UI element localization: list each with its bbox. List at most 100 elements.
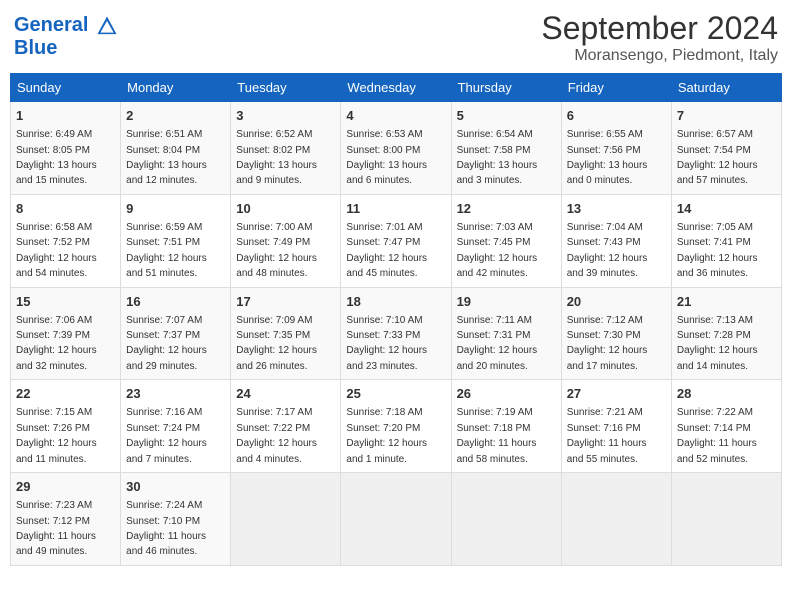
day-detail: Sunrise: 7:13 AMSunset: 7:28 PMDaylight:… (677, 315, 758, 372)
col-wednesday: Wednesday (341, 74, 451, 102)
table-row: 26 Sunrise: 7:19 AMSunset: 7:18 PMDayligh… (451, 380, 561, 473)
day-detail: Sunrise: 7:04 AMSunset: 7:43 PMDaylight:… (567, 222, 648, 279)
table-row: 19 Sunrise: 7:11 AMSunset: 7:31 PMDayligh… (451, 287, 561, 380)
table-row (341, 473, 451, 566)
col-tuesday: Tuesday (231, 74, 341, 102)
day-detail: Sunrise: 6:57 AMSunset: 7:54 PMDaylight:… (677, 129, 758, 186)
day-detail: Sunrise: 7:21 AMSunset: 7:16 PMDaylight:… (567, 407, 647, 464)
title-block: September 2024 Moransengo, Piedmont, Ita… (541, 10, 778, 65)
table-row: 4Sunrise: 6:53 AMSunset: 8:00 PMDaylight… (341, 102, 451, 195)
day-detail: Sunrise: 7:24 AMSunset: 7:10 PMDaylight:… (126, 500, 206, 557)
day-number: 12 (457, 200, 556, 218)
calendar-week-row: 22 Sunrise: 7:15 AMSunset: 7:26 PMDayligh… (11, 380, 782, 473)
day-detail: Sunrise: 7:17 AMSunset: 7:22 PMDaylight:… (236, 407, 317, 464)
table-row: 12 Sunrise: 7:03 AMSunset: 7:45 PMDayligh… (451, 194, 561, 287)
day-number: 20 (567, 293, 666, 311)
logo-blue: Blue (14, 37, 118, 60)
day-detail: Sunrise: 7:23 AMSunset: 7:12 PMDaylight:… (16, 500, 96, 557)
day-number: 30 (126, 478, 225, 496)
day-number: 1 (16, 107, 115, 125)
day-detail: Sunrise: 7:07 AMSunset: 7:37 PMDaylight:… (126, 315, 207, 372)
day-number: 22 (16, 385, 115, 403)
table-row: 22 Sunrise: 7:15 AMSunset: 7:26 PMDayligh… (11, 380, 121, 473)
calendar-subtitle: Moransengo, Piedmont, Italy (541, 47, 778, 65)
day-number: 3 (236, 107, 335, 125)
day-detail: Sunrise: 7:15 AMSunset: 7:26 PMDaylight:… (16, 407, 97, 464)
table-row: 8 Sunrise: 6:58 AMSunset: 7:52 PMDaylight… (11, 194, 121, 287)
table-row: 18 Sunrise: 7:10 AMSunset: 7:33 PMDayligh… (341, 287, 451, 380)
day-number: 26 (457, 385, 556, 403)
day-detail: Sunrise: 6:58 AMSunset: 7:52 PMDaylight:… (16, 222, 97, 279)
day-detail: Sunrise: 7:18 AMSunset: 7:20 PMDaylight:… (346, 407, 427, 464)
day-detail: Sunrise: 7:03 AMSunset: 7:45 PMDaylight:… (457, 222, 538, 279)
day-number: 7 (677, 107, 776, 125)
day-number: 28 (677, 385, 776, 403)
table-row (671, 473, 781, 566)
table-row: 17Sunrise: 7:09 AMSunset: 7:35 PMDayligh… (231, 287, 341, 380)
day-number: 27 (567, 385, 666, 403)
day-detail: Sunrise: 7:06 AMSunset: 7:39 PMDaylight:… (16, 315, 97, 372)
calendar-table: Sunday Monday Tuesday Wednesday Thursday… (10, 73, 782, 566)
day-detail: Sunrise: 6:52 AMSunset: 8:02 PMDaylight:… (236, 129, 317, 186)
day-number: 11 (346, 200, 445, 218)
day-number: 5 (457, 107, 556, 125)
table-row: 2 Sunrise: 6:51 AMSunset: 8:04 PMDaylight… (121, 102, 231, 195)
table-row: 28 Sunrise: 7:22 AMSunset: 7:14 PMDayligh… (671, 380, 781, 473)
day-detail: Sunrise: 7:09 AMSunset: 7:35 PMDaylight:… (236, 315, 317, 372)
day-number: 23 (126, 385, 225, 403)
calendar-header-row: Sunday Monday Tuesday Wednesday Thursday… (11, 74, 782, 102)
day-detail: Sunrise: 7:12 AMSunset: 7:30 PMDaylight:… (567, 315, 648, 372)
table-row: 3 Sunrise: 6:52 AMSunset: 8:02 PMDaylight… (231, 102, 341, 195)
col-monday: Monday (121, 74, 231, 102)
logo: General Blue (14, 14, 118, 60)
table-row: 10Sunrise: 7:00 AMSunset: 7:49 PMDayligh… (231, 194, 341, 287)
calendar-week-row: 1 Sunrise: 6:49 AMSunset: 8:05 PMDaylight… (11, 102, 782, 195)
day-detail: Sunrise: 7:19 AMSunset: 7:18 PMDaylight:… (457, 407, 537, 464)
day-number: 8 (16, 200, 115, 218)
table-row: 1 Sunrise: 6:49 AMSunset: 8:05 PMDaylight… (11, 102, 121, 195)
calendar-week-row: 8 Sunrise: 6:58 AMSunset: 7:52 PMDaylight… (11, 194, 782, 287)
logo-general: General (14, 14, 88, 36)
calendar-week-row: 15 Sunrise: 7:06 AMSunset: 7:39 PMDayligh… (11, 287, 782, 380)
day-detail: Sunrise: 6:49 AMSunset: 8:05 PMDaylight:… (16, 129, 97, 186)
table-row: 16 Sunrise: 7:07 AMSunset: 7:37 PMDayligh… (121, 287, 231, 380)
day-number: 29 (16, 478, 115, 496)
day-number: 18 (346, 293, 445, 311)
day-number: 19 (457, 293, 556, 311)
table-row: 29 Sunrise: 7:23 AMSunset: 7:12 PMDayligh… (11, 473, 121, 566)
col-sunday: Sunday (11, 74, 121, 102)
table-row: 7 Sunrise: 6:57 AMSunset: 7:54 PMDaylight… (671, 102, 781, 195)
day-detail: Sunrise: 7:11 AMSunset: 7:31 PMDaylight:… (457, 315, 538, 372)
table-row (231, 473, 341, 566)
day-number: 16 (126, 293, 225, 311)
table-row: 27 Sunrise: 7:21 AMSunset: 7:16 PMDayligh… (561, 380, 671, 473)
day-number: 6 (567, 107, 666, 125)
day-detail: Sunrise: 7:22 AMSunset: 7:14 PMDaylight:… (677, 407, 757, 464)
table-row: 20 Sunrise: 7:12 AMSunset: 7:30 PMDayligh… (561, 287, 671, 380)
col-thursday: Thursday (451, 74, 561, 102)
table-row (561, 473, 671, 566)
table-row: 30 Sunrise: 7:24 AMSunset: 7:10 PMDayligh… (121, 473, 231, 566)
day-detail: Sunrise: 6:53 AMSunset: 8:00 PMDaylight:… (346, 129, 427, 186)
day-detail: Sunrise: 7:00 AMSunset: 7:49 PMDaylight:… (236, 222, 317, 279)
table-row: 5Sunrise: 6:54 AMSunset: 7:58 PMDaylight… (451, 102, 561, 195)
table-row: 15 Sunrise: 7:06 AMSunset: 7:39 PMDayligh… (11, 287, 121, 380)
day-number: 9 (126, 200, 225, 218)
day-detail: Sunrise: 7:10 AMSunset: 7:33 PMDaylight:… (346, 315, 427, 372)
page-header: General Blue September 2024 Moransengo, … (10, 10, 782, 65)
col-friday: Friday (561, 74, 671, 102)
day-number: 14 (677, 200, 776, 218)
day-number: 13 (567, 200, 666, 218)
day-detail: Sunrise: 7:05 AMSunset: 7:41 PMDaylight:… (677, 222, 758, 279)
day-number: 2 (126, 107, 225, 125)
day-detail: Sunrise: 6:51 AMSunset: 8:04 PMDaylight:… (126, 129, 207, 186)
day-number: 24 (236, 385, 335, 403)
calendar-week-row: 29 Sunrise: 7:23 AMSunset: 7:12 PMDayligh… (11, 473, 782, 566)
table-row: 24 Sunrise: 7:17 AMSunset: 7:22 PMDayligh… (231, 380, 341, 473)
table-row: 23 Sunrise: 7:16 AMSunset: 7:24 PMDayligh… (121, 380, 231, 473)
table-row: 9Sunrise: 6:59 AMSunset: 7:51 PMDaylight… (121, 194, 231, 287)
day-number: 15 (16, 293, 115, 311)
day-detail: Sunrise: 7:16 AMSunset: 7:24 PMDaylight:… (126, 407, 207, 464)
day-detail: Sunrise: 6:55 AMSunset: 7:56 PMDaylight:… (567, 129, 648, 186)
day-number: 25 (346, 385, 445, 403)
